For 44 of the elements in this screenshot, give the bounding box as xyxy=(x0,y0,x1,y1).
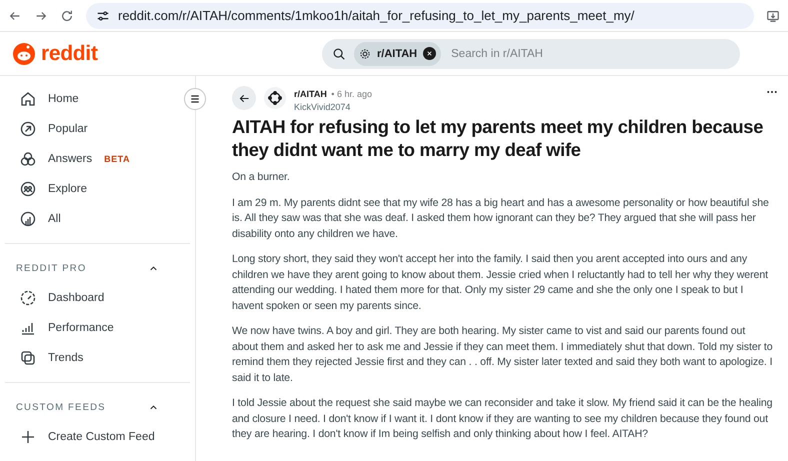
post-time: • 6 hr. ago xyxy=(331,89,372,99)
back-button[interactable] xyxy=(232,86,256,110)
people-circle-icon xyxy=(20,181,36,197)
squares-icon xyxy=(20,350,36,366)
menu-button[interactable] xyxy=(184,88,206,110)
post-paragraph: We now have twins. A boy and girl. They are both hearing. My sister came to vist and said our parents found out about them and asked her to ask me and Jessie if they can meet them. I immediately shut that down. Told my sister to remind them they rejected Jessie first and they can . . off. My sister later texted and said they both want to apologize. I said it to late. xyxy=(232,324,774,386)
post-paragraph: I told Jessie about the request she said maybe we can reconsider and take it slow. My friend said it can be the healing and closure I need. I don't know if I want it. I dont know if they are wanting to see my children because they found out they are hearing. I don't know if Im being selfish and only thinking about how I feel. AITAH? xyxy=(232,396,774,442)
gear-icon xyxy=(359,48,371,60)
nav-label: All xyxy=(48,213,61,225)
gauge-icon xyxy=(20,290,36,306)
subreddit-link[interactable]: r/AITAH xyxy=(294,89,327,99)
section-title: REDDIT PRO xyxy=(16,262,86,274)
post-paragraph: I am 29 m. My parents didnt see that my wife 28 has a big heart and has a awesome personality or how beautiful she is. All they saw was that she was deaf. I asked them how ignorant can they be? They argued that she will pass her disability onto any children we have. xyxy=(232,196,770,242)
subreddit-chip[interactable]: r/AITAH xyxy=(354,42,442,66)
post-paragraph: On a burner. xyxy=(232,170,291,185)
search-field[interactable]: r/AITAH Search in r/AITAH xyxy=(322,38,740,68)
nav-label: Popular xyxy=(48,123,88,135)
site-settings-icon xyxy=(96,8,110,22)
section-title: CUSTOM FEEDS xyxy=(16,402,106,412)
nav-label: Dashboard xyxy=(48,292,104,304)
bars-icon xyxy=(20,320,36,336)
beta-label: BETA xyxy=(104,154,130,164)
post-paragraph: Long story short, they said they won't accept her into the family. I said then you arent accepted into ours and any children we have they arent going to know about them. Jessie cried when I reluctantly had to tell her why they werent attending our wedding. I hated them more for that. Only my sister 29 came and she the only one I speak to but I havent spoken or seen my parents since. xyxy=(232,252,769,314)
nav-label: Home xyxy=(48,93,79,105)
close-icon[interactable] xyxy=(423,47,436,60)
house-icon xyxy=(20,91,36,107)
nav-label: Trends xyxy=(48,352,84,364)
arrow-circle-icon xyxy=(20,121,36,137)
nav-label: Explore xyxy=(48,183,87,195)
search-icon xyxy=(332,46,346,60)
post-title: AITAH for refusing to let my parents meet my children because they didnt want me to marry my deaf wife xyxy=(232,115,764,161)
ring-of-dots-icon xyxy=(267,90,283,106)
chart-circle-icon xyxy=(20,211,36,227)
install-icon xyxy=(766,8,780,22)
circles-icon xyxy=(20,151,36,167)
reddit-logo-icon xyxy=(12,42,36,66)
subreddit-avatar[interactable] xyxy=(264,87,286,109)
reload-icon xyxy=(60,8,74,22)
nav-label: Create Custom Feed xyxy=(48,431,155,443)
menu-icon xyxy=(189,93,201,105)
nav-label: Performance xyxy=(48,322,114,334)
nav-label: Answers xyxy=(48,153,92,165)
plus-icon xyxy=(20,429,36,445)
author-link[interactable]: KickVivid2074 xyxy=(294,102,372,112)
